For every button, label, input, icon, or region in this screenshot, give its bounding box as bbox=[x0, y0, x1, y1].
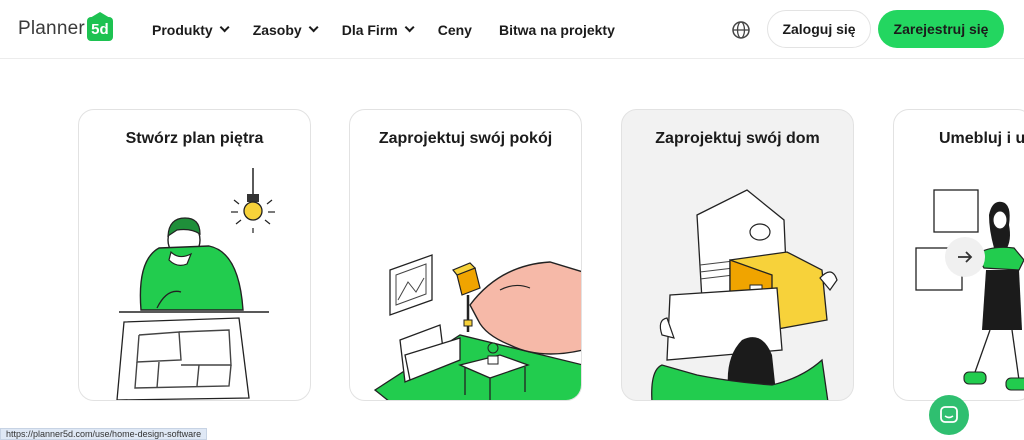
carousel-next-button[interactable] bbox=[945, 237, 985, 277]
register-button[interactable]: Zarejestruj się bbox=[878, 10, 1004, 48]
nav-item-ceny[interactable]: Ceny bbox=[438, 22, 472, 38]
chat-button[interactable] bbox=[929, 395, 969, 435]
nav-item-bitwa[interactable]: Bitwa na projekty bbox=[499, 22, 615, 38]
planner5d-logo[interactable]: Planner 5d bbox=[18, 12, 113, 43]
nav-item-label: Ceny bbox=[437, 21, 472, 38]
logo-text: Planner bbox=[18, 18, 85, 39]
card-title: Zaprojektuj swój dom bbox=[655, 130, 820, 147]
card-floor-plan[interactable]: Stwórz plan piętra bbox=[78, 109, 311, 401]
chevron-down-icon bbox=[308, 22, 319, 33]
nav-item-label: Bitwa na projekty bbox=[498, 21, 615, 38]
status-bar-url: https://planner5d.com/use/home-design-so… bbox=[0, 428, 208, 440]
card-room-design[interactable]: Zaprojektuj swój pokój bbox=[349, 109, 582, 401]
card-title: Zaprojektuj swój pokój bbox=[378, 130, 553, 147]
room-illustration bbox=[373, 254, 581, 400]
nav-item-label: Produkty bbox=[152, 21, 213, 38]
card-house-design[interactable]: Zaprojektuj swój dom bbox=[621, 109, 854, 401]
nav-item-zasoby[interactable]: Zasoby bbox=[252, 21, 319, 38]
floor-plan-illustration bbox=[116, 168, 275, 400]
chevron-down-icon bbox=[219, 22, 230, 33]
furnish-illustration bbox=[915, 189, 1024, 391]
top-header: Planner 5d Produkty Zasoby Dla Firm Ceny… bbox=[0, 0, 1024, 59]
globe-icon[interactable] bbox=[731, 20, 751, 40]
nav-item-produkty[interactable]: Produkty bbox=[152, 21, 230, 38]
card-title: Stwórz plan piętra bbox=[125, 130, 264, 147]
main-nav: Produkty Zasoby Dla Firm Ceny Bitwa na p… bbox=[152, 0, 642, 59]
house-illustration bbox=[651, 189, 838, 400]
nav-item-dla-firm[interactable]: Dla Firm bbox=[341, 21, 415, 38]
nav-item-label: Dla Firm bbox=[341, 21, 398, 38]
login-button[interactable]: Zaloguj się bbox=[767, 10, 871, 48]
logo-badge: 5d bbox=[86, 12, 113, 41]
arrow-right-icon bbox=[958, 251, 973, 263]
card-title: Umebluj i u bbox=[939, 130, 1024, 147]
chat-icon bbox=[940, 406, 958, 423]
chevron-down-icon bbox=[404, 22, 415, 33]
nav-item-label: Zasoby bbox=[252, 21, 302, 38]
